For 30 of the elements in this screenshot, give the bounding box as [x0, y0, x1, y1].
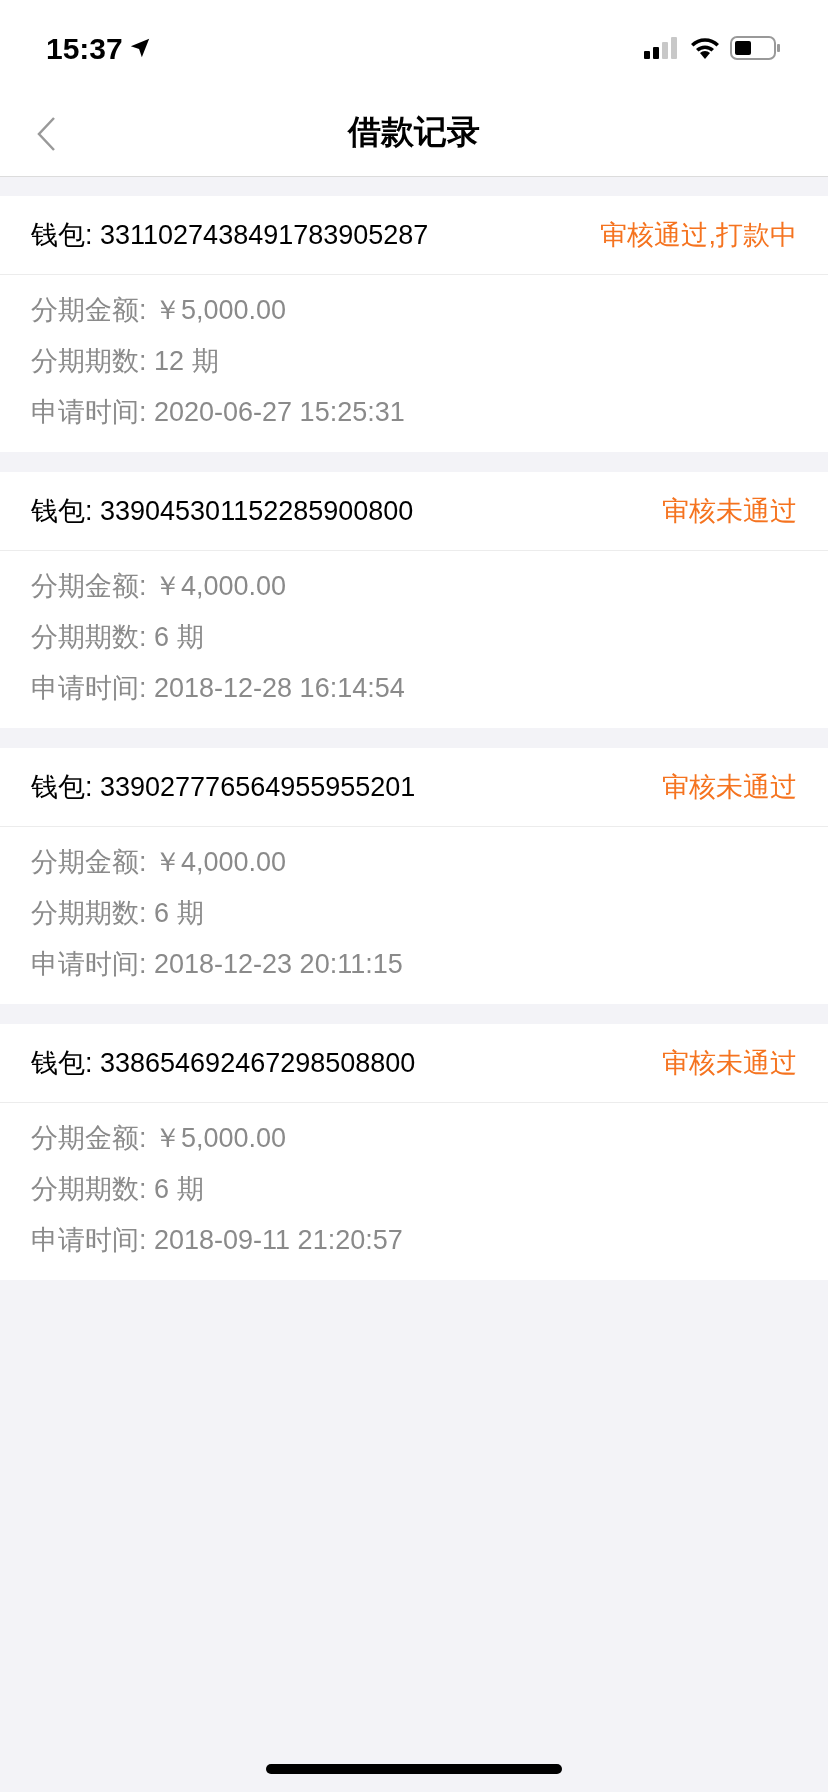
record-detail: 分期期数: 6 期	[31, 1173, 205, 1207]
signal-icon	[644, 37, 680, 59]
record-detail: 分期金额: ￥4,000.00	[31, 570, 288, 604]
battery-icon	[730, 36, 782, 60]
page-title: 借款记录	[348, 112, 480, 153]
record-status: 审核未通过	[662, 770, 797, 804]
record-detail: 分期金额: ￥5,000.00	[31, 1122, 288, 1156]
record-detail: 申请时间: 2020-06-27 15:25:31	[31, 396, 406, 430]
record-detail: 申请时间: 2018-12-28 16:14:54	[31, 672, 406, 706]
record-card[interactable]: 钱包: 338654692467298508800 审核未通过 分期金额: ￥5,000.00 分期期数: 6 期 申请时间: 2018-09-11 21:20:57	[0, 1024, 828, 1280]
record-card[interactable]: 钱包: 3311027438491783905287 审核通过,打款中 分期金额: ￥5,000.00 分期期数: 12 期 申请时间: 2020-06-27 15:25:31	[0, 196, 828, 452]
record-detail: 分期期数: 6 期	[31, 897, 205, 931]
wallet-number: 钱包: 339027776564955955201	[31, 770, 416, 804]
record-detail: 分期期数: 12 期	[31, 345, 220, 379]
wallet-number: 钱包: 3311027438491783905287	[31, 218, 429, 252]
record-card[interactable]: 钱包: 339027776564955955201 审核未通过 分期金额: ￥4,000.00 分期期数: 6 期 申请时间: 2018-12-23 20:11:15	[0, 748, 828, 1004]
status-time: 15:37	[46, 30, 123, 67]
wifi-icon	[690, 37, 720, 59]
record-status: 审核未通过	[662, 1046, 797, 1080]
record-card[interactable]: 钱包: 339045301152285900800 审核未通过 分期金额: ￥4,000.00 分期期数: 6 期 申请时间: 2018-12-28 16:14:54	[0, 472, 828, 728]
record-detail: 申请时间: 2018-09-11 21:20:57	[31, 1224, 404, 1258]
wallet-number: 钱包: 338654692467298508800	[31, 1046, 416, 1080]
back-icon	[36, 116, 56, 152]
record-detail: 分期金额: ￥4,000.00	[31, 846, 288, 880]
record-detail: 分期金额: ￥5,000.00	[31, 294, 288, 328]
record-detail: 申请时间: 2018-12-23 20:11:15	[31, 948, 404, 982]
record-status: 审核通过,打款中	[600, 218, 797, 252]
record-detail: 分期期数: 6 期	[31, 621, 205, 655]
record-status: 审核未通过	[662, 494, 797, 528]
wallet-number: 钱包: 339045301152285900800	[31, 494, 414, 528]
